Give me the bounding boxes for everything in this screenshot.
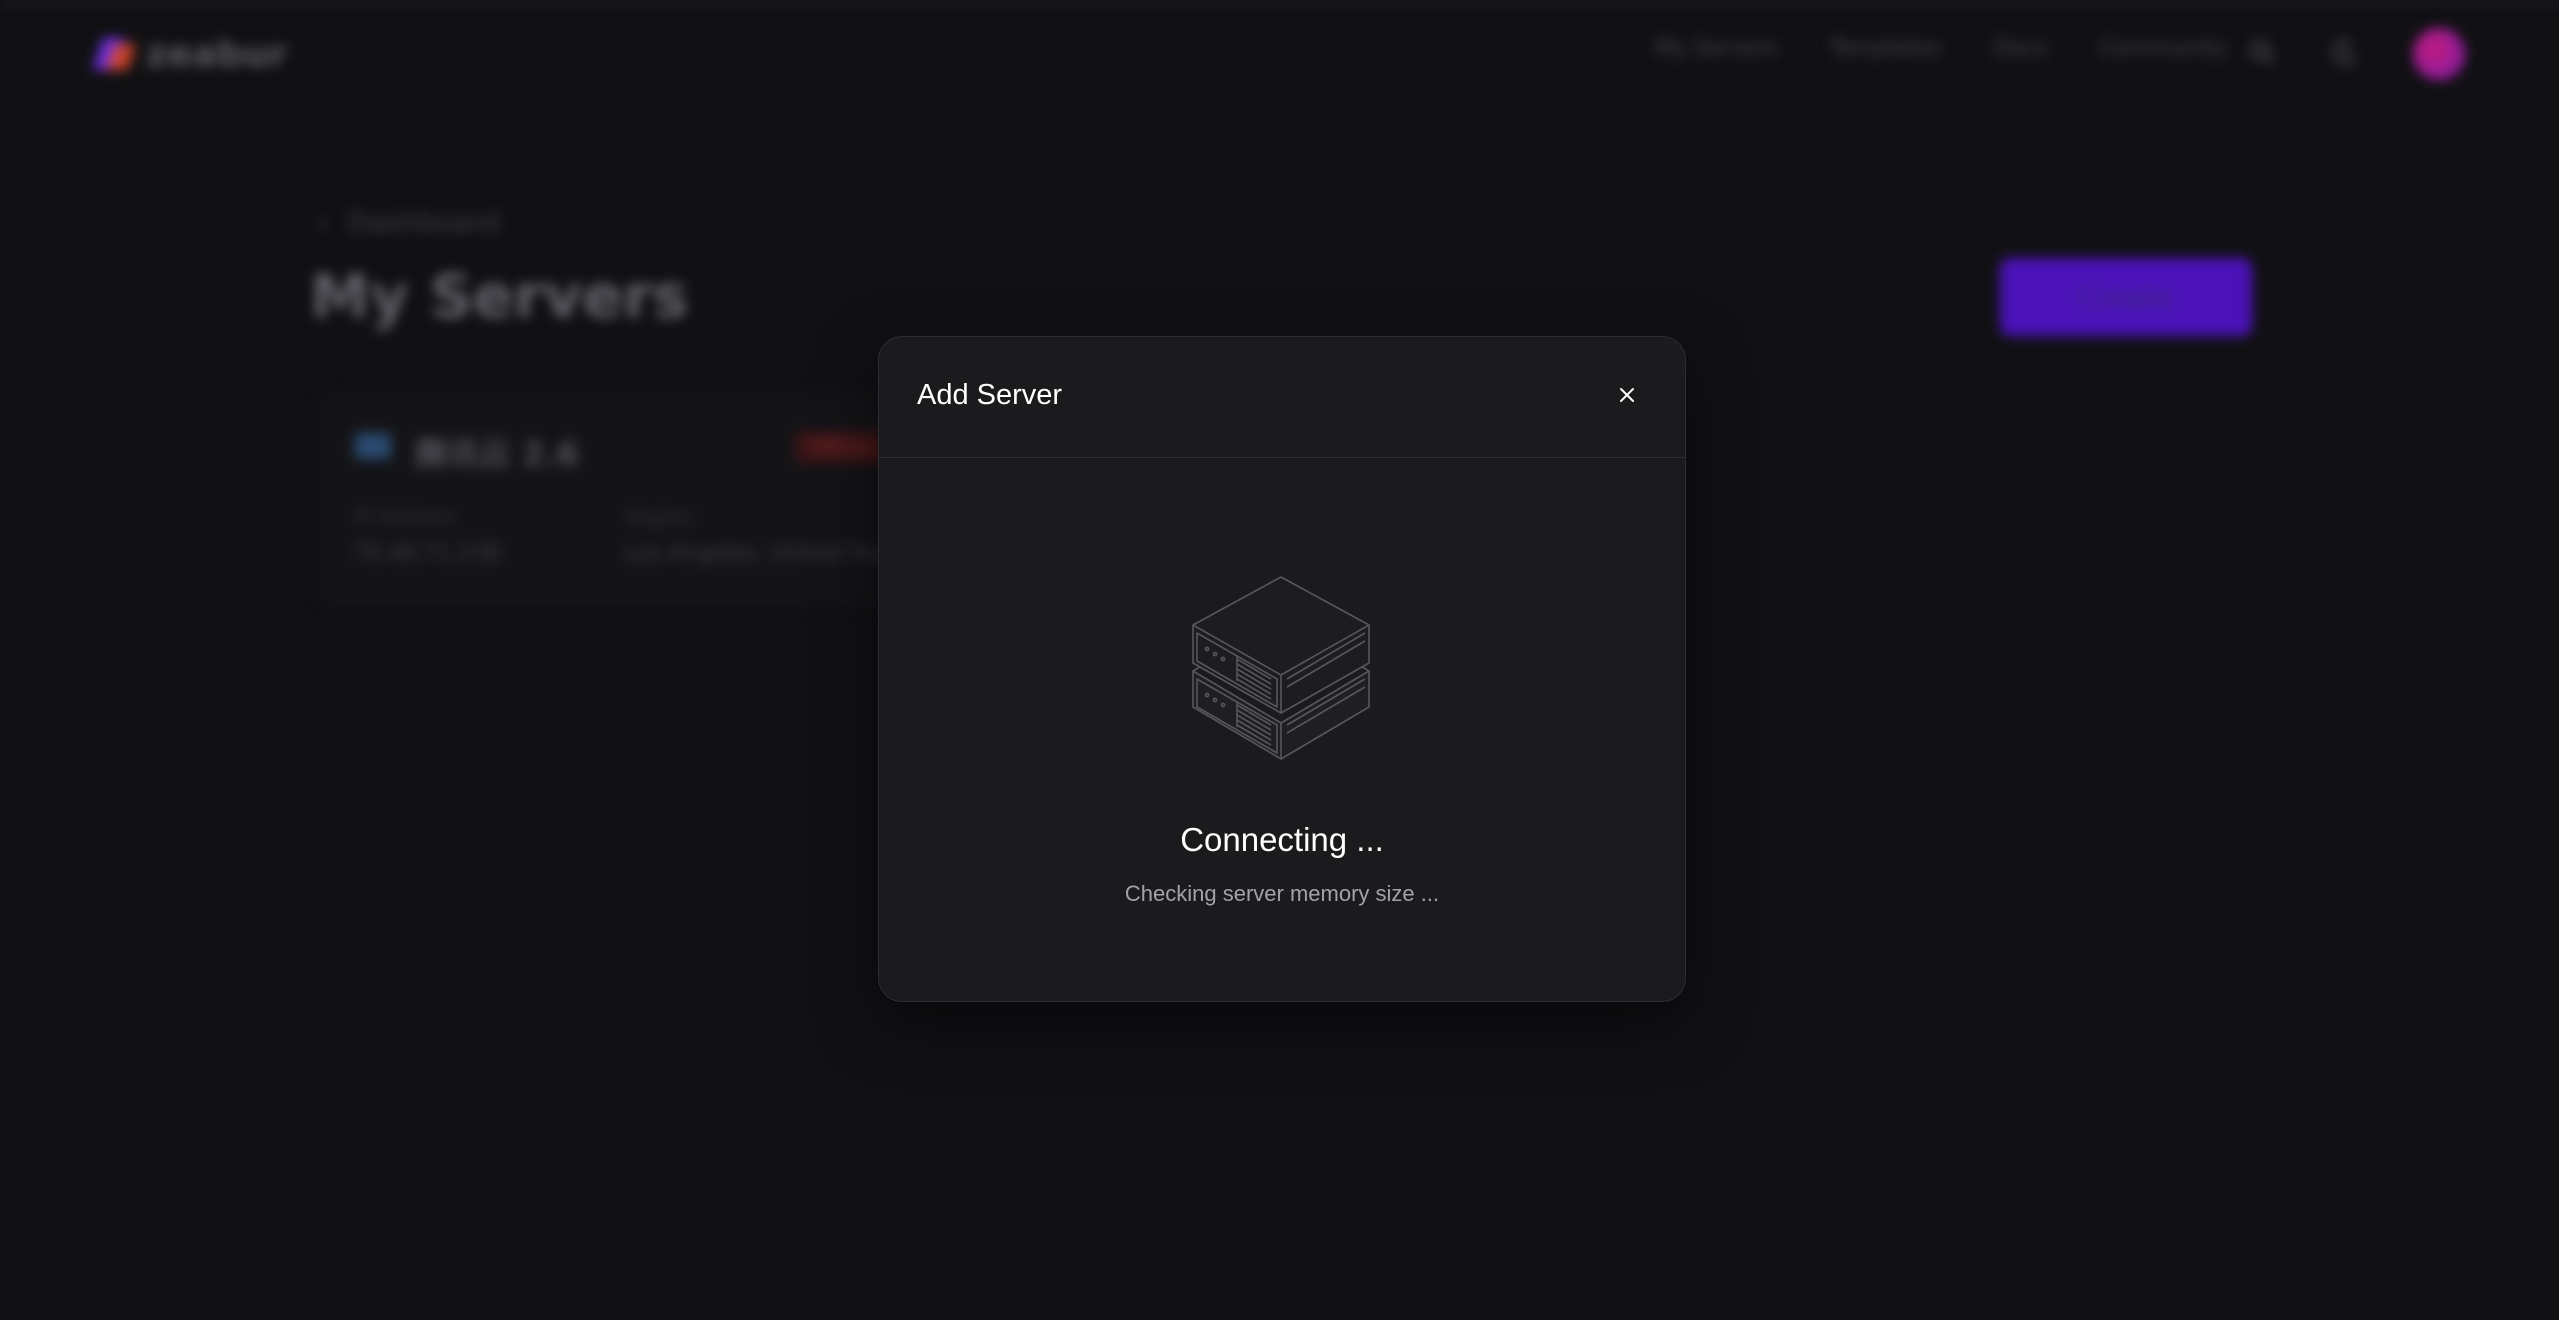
top-navbar: zeabur My Servers Templates Docs Communi… [0, 2, 2559, 102]
page-title: My Servers [310, 262, 689, 332]
nav-link-docs[interactable]: Docs [1993, 36, 2047, 61]
server-stack-icon [1192, 576, 1370, 760]
add-server-modal: Add Server Connecting ... Checking serve… [878, 336, 1686, 1002]
modal-title: Add Server [917, 379, 1063, 411]
close-icon [1620, 388, 1634, 402]
logo-mark-icon [92, 34, 137, 74]
nav-link-templates[interactable]: Templates [1830, 36, 1942, 61]
breadcrumb-label: Dashboard [347, 206, 500, 239]
create-button[interactable]: Create [2000, 258, 2252, 336]
nav-link-community[interactable]: Community [2099, 36, 2226, 61]
moon-icon[interactable] [2330, 38, 2358, 66]
logo-text: zeabur [146, 33, 288, 75]
nav-link-my-servers[interactable]: My Servers [1655, 36, 1778, 61]
ip-value: 76.48.71.238 [353, 541, 500, 566]
connection-status-detail: Checking server memory size ... [1124, 881, 1440, 906]
modal-header: Add Server [879, 337, 1685, 458]
logo[interactable]: zeabur [92, 33, 288, 75]
close-button[interactable] [1611, 379, 1643, 411]
ip-label: IP Address [353, 505, 457, 529]
flag-icon [355, 433, 391, 459]
breadcrumb[interactable]: ‹ Dashboard [318, 206, 499, 239]
server-name: 腾讯云 2.6 [415, 435, 579, 473]
nav-links: My Servers Templates Docs Community [1655, 36, 2227, 61]
connection-status-title: Connecting ... [1180, 821, 1384, 858]
chevron-left-icon: ‹ [318, 206, 330, 239]
region-value: Los Angeles, United States [625, 541, 920, 566]
server-card[interactable]: 腾讯云 2.6 Offline IP Address 76.48.71.238 … [318, 392, 940, 606]
region-label: Region [625, 505, 694, 529]
avatar[interactable] [2413, 28, 2465, 80]
search-icon[interactable] [2248, 38, 2276, 66]
status-badge: Offline [795, 431, 889, 463]
